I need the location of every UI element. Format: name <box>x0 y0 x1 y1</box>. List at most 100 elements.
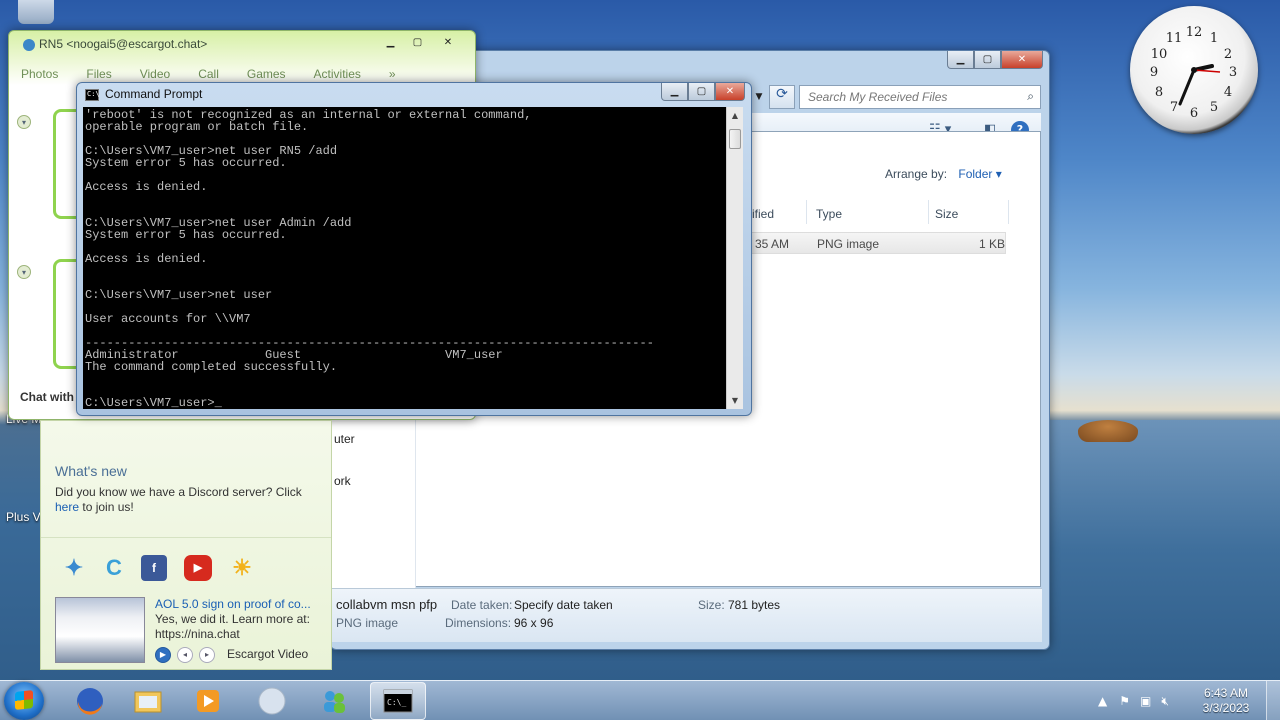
column-header-size[interactable]: Size <box>935 202 958 226</box>
arrange-label: Arrange by: <box>885 167 948 181</box>
svg-text:1: 1 <box>1210 31 1218 46</box>
divider <box>41 537 331 538</box>
volume-muted-icon[interactable]: 🔇︎ <box>1161 694 1169 709</box>
cmd-title: Command Prompt <box>105 87 203 101</box>
arrange-folder-dropdown[interactable]: Folder ▾ <box>958 167 1001 181</box>
maximize-button[interactable]: ▢ <box>688 83 715 101</box>
maximize-button[interactable]: ▢ <box>404 33 431 51</box>
action-center-flag-icon[interactable]: ⚑ <box>1119 694 1130 708</box>
start-button[interactable] <box>4 682 44 720</box>
file-row[interactable]: 35 AM PNG image 1 KB <box>748 232 1006 254</box>
cmd-window-icon: C:\ <box>85 89 100 101</box>
scroll-thumb[interactable] <box>729 129 741 149</box>
close-button[interactable]: ✕ <box>1001 51 1043 69</box>
minimize-button[interactable]: ▁ <box>377 33 404 51</box>
facebook-icon[interactable]: f <box>141 555 167 581</box>
whats-new-heading: What's new <box>55 463 127 479</box>
show-hidden-icons-icon[interactable]: ▲ <box>1098 694 1107 708</box>
close-button[interactable]: ✕ <box>431 33 465 51</box>
sun-icon[interactable]: ☀ <box>229 555 255 581</box>
escargot-icon[interactable]: C <box>101 555 127 581</box>
svg-text:4: 4 <box>1224 85 1232 100</box>
windows-logo-icon <box>15 690 33 710</box>
console-output[interactable]: 'reboot' is not recognized as an interna… <box>83 107 726 409</box>
search-input[interactable]: Search My Received Files ⌕ <box>799 85 1041 109</box>
svg-text:9: 9 <box>1150 65 1158 80</box>
clock-gadget[interactable]: 12 1 2 345 678 9 10 11 <box>1130 6 1258 134</box>
explorer-icon[interactable] <box>120 682 176 720</box>
svg-text:7: 7 <box>1170 100 1178 115</box>
firefox-icon[interactable] <box>62 682 118 720</box>
details-date-value[interactable]: Specify date taken <box>514 598 613 612</box>
scroll-down-icon[interactable]: ▼ <box>727 392 743 409</box>
file-size: 1 KB <box>979 237 1006 251</box>
previous-icon[interactable]: ◂ <box>177 647 193 663</box>
address-dropdown-icon[interactable]: ▼ <box>751 85 767 109</box>
video-thumbnail[interactable] <box>55 597 145 663</box>
search-icon[interactable]: ⌕ <box>1027 89 1034 104</box>
taskbar-date: 3/3/2023 <box>1202 701 1250 715</box>
more-tabs-icon[interactable]: » <box>389 67 396 81</box>
column-header-type[interactable]: Type <box>816 202 842 226</box>
recycle-bin-icon[interactable] <box>18 0 54 24</box>
video-title-link[interactable]: AOL 5.0 sign on proof of co... <box>155 597 311 611</box>
messenger-app-icon[interactable] <box>306 682 362 720</box>
discord-link[interactable]: here <box>55 500 79 514</box>
column-header-modified[interactable]: ified <box>752 202 774 226</box>
column-separator <box>928 200 929 224</box>
taskbar-time: 6:43 AM <box>1203 686 1249 700</box>
details-dim-label: Dimensions: <box>445 616 512 630</box>
minimize-button[interactable]: ▁ <box>947 51 974 69</box>
tab-activities[interactable]: Activities <box>314 67 361 81</box>
orb-app-icon[interactable] <box>244 682 300 720</box>
column-separator <box>1008 200 1009 224</box>
network-icon[interactable]: ▣ <box>1140 694 1151 708</box>
scroll-up-icon[interactable]: ▲ <box>727 107 743 124</box>
taskbar: C:\_ ▲ ⚑ ▣ 🔇︎ 6:43 AM 3/3/2023 <box>0 680 1280 720</box>
column-separator <box>806 200 807 224</box>
nav-item-network[interactable]: ork <box>334 474 351 488</box>
cmd-caption-buttons: ▁ ▢ ✕ <box>661 83 745 101</box>
youtube-icon[interactable]: ▶ <box>184 555 212 581</box>
whats-new-panel: What's new Did you know we have a Discor… <box>40 420 332 670</box>
show-desktop-button[interactable] <box>1266 681 1280 720</box>
svg-text:8: 8 <box>1155 85 1163 100</box>
command-prompt-window[interactable]: C:\ Command Prompt ▁ ▢ ✕ 'reboot' is not… <box>76 82 752 416</box>
tab-photos[interactable]: Photos <box>21 67 58 81</box>
collapse-icon[interactable]: ▾ <box>17 115 31 129</box>
collapse-icon[interactable]: ▾ <box>17 265 31 279</box>
messenger-caption-buttons: ▁ ▢ ✕ <box>377 33 465 51</box>
tab-files[interactable]: Files <box>86 67 111 81</box>
taskbar-clock[interactable]: 6:43 AM 3/3/2023 <box>1196 686 1256 716</box>
close-button[interactable]: ✕ <box>715 83 745 101</box>
arrange-value: Folder <box>958 167 993 181</box>
desktop-sea <box>1040 420 1280 680</box>
details-size-value: 781 bytes <box>728 598 781 612</box>
file-type: PNG image <box>817 237 880 251</box>
whats-new-text-prefix: Did you know we have a Discord server? C… <box>55 485 302 499</box>
vertical-scrollbar[interactable]: ▲ ▼ <box>726 107 743 409</box>
cmd-app-icon[interactable]: C:\_ <box>370 682 426 720</box>
svg-text:5: 5 <box>1210 100 1218 115</box>
media-player-icon[interactable] <box>180 682 236 720</box>
whats-new-text: Did you know we have a Discord server? C… <box>55 485 325 515</box>
butterfly-icon[interactable]: ✦ <box>61 555 87 581</box>
svg-text:C:\_: C:\_ <box>387 698 406 707</box>
play-icon[interactable]: ▶ <box>155 647 171 663</box>
nav-item-computer[interactable]: uter <box>334 432 355 446</box>
messenger-tabs: Photos Files Video Call Games Activities… <box>21 67 396 81</box>
svg-text:2: 2 <box>1224 47 1232 62</box>
svg-text:10: 10 <box>1151 47 1168 62</box>
maximize-button[interactable]: ▢ <box>974 51 1001 69</box>
desktop-icon-plus-label[interactable]: Plus V <box>6 510 41 524</box>
svg-text:6: 6 <box>1190 106 1198 121</box>
refresh-icon[interactable]: ⟳ <box>769 85 795 109</box>
console-text: 'reboot' is not recognized as an interna… <box>85 108 654 409</box>
svg-text:3: 3 <box>1229 65 1237 80</box>
minimize-button[interactable]: ▁ <box>661 83 688 101</box>
explorer-caption-buttons: ▁ ▢ ✕ <box>947 51 1043 69</box>
tab-games[interactable]: Games <box>247 67 286 81</box>
tab-video[interactable]: Video <box>140 67 170 81</box>
next-icon[interactable]: ▸ <box>199 647 215 663</box>
tab-call[interactable]: Call <box>198 67 219 81</box>
